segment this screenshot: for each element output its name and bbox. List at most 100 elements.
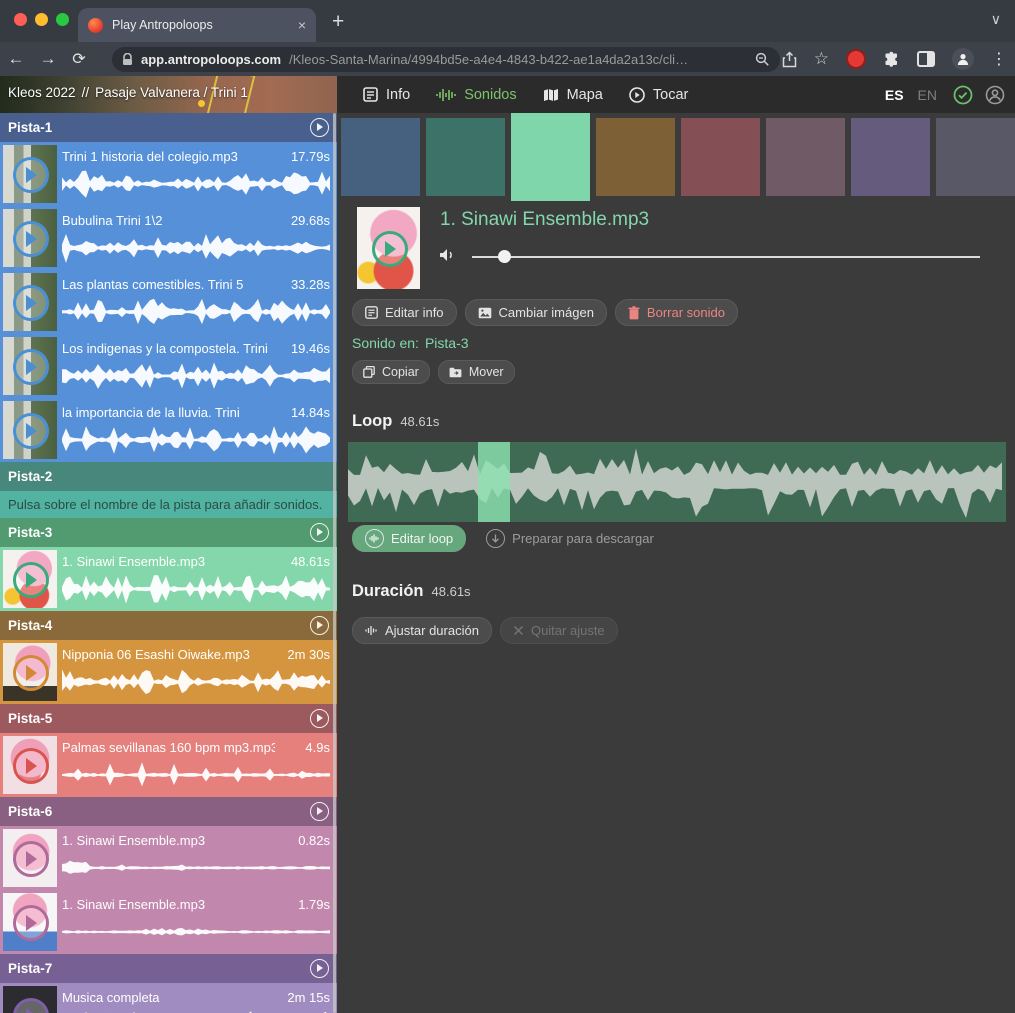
clip-item[interactable]: Bubulina Trini 1\229.68s — [0, 206, 337, 270]
track-header-pista-2[interactable]: Pista-2 — [0, 462, 337, 491]
clip-play-button[interactable] — [13, 748, 49, 784]
address-bar[interactable]: app.antropoloops.com /Kleos-Santa-Marina… — [112, 47, 780, 72]
prepare-download-button[interactable]: Preparar para descargar — [474, 526, 666, 551]
edit-loop-button[interactable]: Editar loop — [352, 525, 466, 552]
sidebar-scrollbar[interactable] — [333, 113, 336, 1013]
lang-en[interactable]: EN — [918, 87, 937, 103]
track-header-pista-4[interactable]: Pista-4 — [0, 611, 337, 640]
edit-info-button[interactable]: Editar info — [352, 299, 457, 326]
loop-playhead[interactable] — [478, 442, 510, 522]
track-play-button[interactable] — [310, 959, 329, 978]
adjust-duration-button[interactable]: Ajustar duración — [352, 617, 492, 644]
tab-sonidos[interactable]: Sonidos — [436, 87, 516, 103]
loop-waveform-panel[interactable] — [348, 442, 1006, 522]
tab-info[interactable]: Info — [363, 87, 410, 103]
track-swatch-2[interactable] — [426, 118, 505, 196]
clip-play-button[interactable] — [13, 157, 49, 193]
maximize-window-button[interactable] — [56, 13, 69, 26]
clip-title[interactable]: 1. Sinawi Ensemble.mp3 — [62, 833, 275, 848]
clip-thumbnail[interactable] — [3, 829, 57, 887]
track-header-pista-6[interactable]: Pista-6 — [0, 797, 337, 826]
extensions-puzzle-icon[interactable] — [883, 51, 900, 68]
move-button[interactable]: Mover — [438, 360, 515, 384]
track-swatch-3[interactable] — [511, 113, 590, 201]
clip-item[interactable]: Palmas sevillanas 160 bpm mp3.mp34.9s — [0, 733, 337, 797]
clip-thumbnail[interactable] — [3, 643, 57, 701]
side-panel-icon[interactable] — [917, 51, 935, 67]
clip-item[interactable]: 1. Sinawi Ensemble.mp348.61s — [0, 547, 337, 611]
account-icon[interactable] — [985, 85, 1005, 105]
track-header-pista-5[interactable]: Pista-5 — [0, 704, 337, 733]
browser-menu-icon[interactable]: ⋮ — [991, 49, 1007, 69]
track-header-pista-3[interactable]: Pista-3 — [0, 518, 337, 547]
clip-play-button[interactable] — [13, 285, 49, 321]
track-swatch-7[interactable] — [851, 118, 930, 196]
track-play-button[interactable] — [310, 523, 329, 542]
zoom-icon[interactable] — [755, 52, 770, 67]
breadcrumb-project[interactable]: Kleos 2022 — [8, 85, 76, 100]
clip-thumbnail[interactable] — [3, 550, 57, 608]
clip-thumbnail[interactable] — [3, 337, 57, 395]
clip-thumbnail[interactable] — [3, 209, 57, 267]
volume-slider[interactable] — [472, 256, 980, 258]
breadcrumb[interactable]: Kleos 2022//Pasaje Valvanera / Trini 1 — [8, 85, 248, 100]
lang-es[interactable]: ES — [885, 87, 904, 103]
clip-item[interactable]: 1. Sinawi Ensemble.mp30.82s — [0, 826, 337, 890]
record-extension-icon[interactable] — [846, 49, 866, 69]
clip-item[interactable]: 1. Sinawi Ensemble.mp31.79s — [0, 890, 337, 954]
track-play-button[interactable] — [310, 616, 329, 635]
clip-thumbnail[interactable] — [3, 145, 57, 203]
clip-title[interactable]: 1. Sinawi Ensemble.mp3 — [62, 554, 275, 569]
back-button[interactable]: ← — [0, 49, 32, 69]
clip-thumbnail[interactable] — [3, 401, 57, 459]
change-image-button[interactable]: Cambiar imágen — [465, 299, 607, 326]
track-play-button[interactable] — [310, 709, 329, 728]
tab-search-chevron-icon[interactable]: ∨ — [991, 11, 1001, 28]
clip-title[interactable]: Las plantas comestibles. Trini 5 — [62, 277, 275, 292]
sound-image[interactable] — [357, 207, 420, 289]
clip-play-button[interactable] — [13, 998, 49, 1013]
clip-title[interactable]: Trini 1 historia del colegio.mp3 — [62, 149, 275, 164]
track-header-pista-7[interactable]: Pista-7 — [0, 954, 337, 983]
minimize-window-button[interactable] — [35, 13, 48, 26]
close-window-button[interactable] — [14, 13, 27, 26]
clip-item[interactable]: Las plantas comestibles. Trini 533.28s — [0, 270, 337, 334]
clip-item[interactable]: Trini 1 historia del colegio.mp317.79s — [0, 142, 337, 206]
clip-play-button[interactable] — [13, 905, 49, 941]
volume-slider-thumb[interactable] — [498, 250, 511, 263]
track-play-button[interactable] — [310, 802, 329, 821]
clip-play-button[interactable] — [13, 413, 49, 449]
clip-play-button[interactable] — [13, 655, 49, 691]
clip-title[interactable]: Los indigenas y la compostela. Trini — [62, 341, 275, 356]
clip-title[interactable]: Palmas sevillanas 160 bpm mp3.mp3 — [62, 740, 275, 755]
clip-play-button[interactable] — [13, 221, 49, 257]
delete-sound-button[interactable]: Borrar sonido — [615, 299, 738, 326]
clip-thumbnail[interactable] — [3, 736, 57, 794]
reload-button[interactable]: ⟳ — [64, 49, 94, 69]
track-swatch-8[interactable] — [936, 118, 1015, 196]
clip-thumbnail[interactable] — [3, 893, 57, 951]
track-play-button[interactable] — [310, 118, 329, 137]
tab-tocar[interactable]: Tocar — [629, 87, 688, 103]
remove-adjust-button[interactable]: Quitar ajuste — [500, 617, 618, 644]
copy-button[interactable]: Copiar — [352, 360, 430, 384]
tab-mapa[interactable]: Mapa — [543, 87, 603, 103]
clip-item[interactable]: la importancia de la lluvia. Trini14.84s — [0, 398, 337, 462]
clip-title[interactable]: Musica completa — [62, 990, 275, 1005]
play-sound-button[interactable] — [372, 231, 408, 267]
track-swatch-1[interactable] — [341, 118, 420, 196]
clip-title[interactable]: Bubulina Trini 1\2 — [62, 213, 275, 228]
forward-button[interactable]: → — [32, 49, 64, 69]
clip-play-button[interactable] — [13, 841, 49, 877]
clip-play-button[interactable] — [13, 349, 49, 385]
sound-in-track-link[interactable]: Pista-3 — [425, 335, 469, 351]
clip-item[interactable]: Musica completa2m 15s — [0, 983, 337, 1013]
clip-item[interactable]: Nipponia 06 Esashi Oiwake.mp32m 30s — [0, 640, 337, 704]
bookmark-star-icon[interactable]: ☆ — [814, 49, 829, 69]
browser-tab[interactable]: Play Antropoloops × — [78, 8, 316, 42]
clip-title[interactable]: Nipponia 06 Esashi Oiwake.mp3 — [62, 647, 275, 662]
clip-thumbnail[interactable] — [3, 986, 57, 1013]
new-tab-button[interactable]: + — [332, 10, 344, 34]
breadcrumb-path[interactable]: Pasaje Valvanera / Trini 1 — [95, 85, 248, 100]
track-swatch-6[interactable] — [766, 118, 845, 196]
